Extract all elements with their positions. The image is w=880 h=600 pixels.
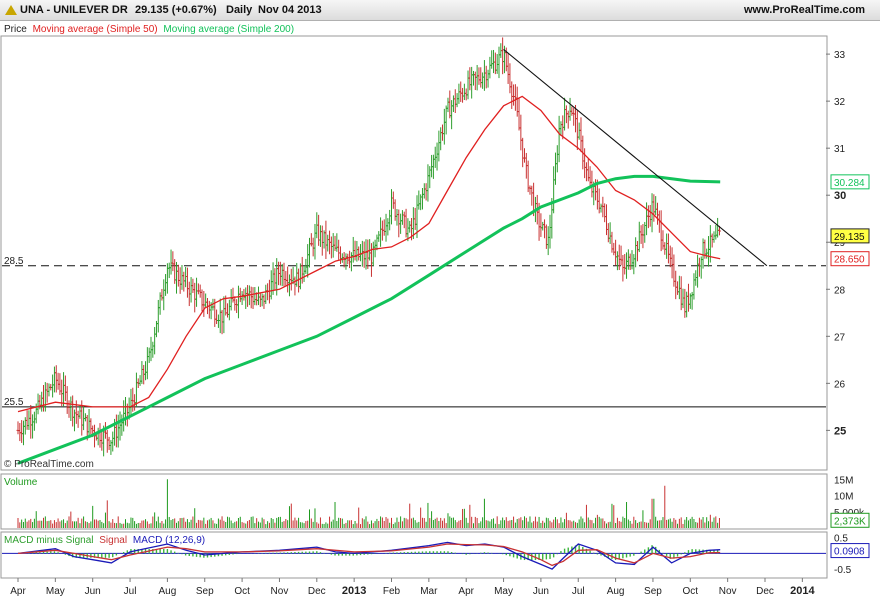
- level-label-25.5: 25.5: [4, 397, 24, 408]
- value-label: 28.650: [834, 255, 865, 266]
- price-tick-label: 32: [834, 97, 846, 108]
- price-tick-label: 28: [834, 285, 846, 296]
- x-tick-label: Nov: [719, 586, 737, 597]
- macd-hist-title: MACD minus Signal: [4, 535, 93, 546]
- x-tick-label: Aug: [607, 586, 625, 597]
- price-tick-label: 33: [834, 50, 846, 61]
- macd-signal-title: Signal: [99, 535, 127, 546]
- price-tick-label: 27: [834, 332, 846, 343]
- volume-tick-label: 10M: [834, 492, 853, 503]
- legend-ma200: Moving average (Simple 200): [163, 24, 294, 35]
- x-tick-label: Mar: [420, 586, 438, 597]
- macd-title: MACD (12,26,9): [133, 535, 205, 546]
- legend-price: Price: [4, 24, 27, 35]
- x-tick-label: Jul: [572, 586, 585, 597]
- watermark: © ProRealTime.com: [4, 459, 94, 470]
- x-tick-label: 2014: [790, 585, 815, 597]
- svg-text:Price Moving average (Simp: Price Moving average (Simple 50) Moving …: [4, 24, 294, 35]
- x-tick-label: Feb: [383, 586, 401, 597]
- x-tick-label: May: [494, 586, 513, 597]
- x-tick-label: Dec: [756, 586, 774, 597]
- value-label: 30.284: [834, 178, 865, 189]
- x-tick-label: Apr: [458, 586, 474, 597]
- macd-tick-label: 0.5: [834, 534, 848, 545]
- macd-tick-label: -0.5: [834, 565, 852, 576]
- price-tick-label: 30: [834, 190, 846, 202]
- x-tick-label: May: [46, 586, 65, 597]
- stock-chart[interactable]: 28.525.5 25262728293031323330.28429.1352…: [0, 0, 880, 600]
- price-tick-label: 31: [834, 144, 846, 155]
- x-tick-label: Jun: [533, 586, 549, 597]
- price-tick-label: 25: [834, 425, 846, 437]
- x-tick-label: Aug: [159, 586, 177, 597]
- volume-tick-label: 15M: [834, 475, 853, 486]
- x-tick-label: Jul: [124, 586, 137, 597]
- legend-ma50: Moving average (Simple 50): [33, 24, 158, 35]
- x-tick-label: Apr: [10, 586, 26, 597]
- x-tick-label: Sep: [644, 586, 662, 597]
- level-label-28.5: 28.5: [4, 256, 24, 267]
- x-tick-label: Dec: [308, 586, 326, 597]
- x-tick-label: 2013: [342, 585, 366, 597]
- volume-title: Volume: [4, 477, 38, 488]
- macd-value-label: 0.0908: [834, 547, 865, 558]
- x-tick-label: Oct: [683, 586, 699, 597]
- x-tick-label: Jun: [85, 586, 101, 597]
- x-tick-label: Sep: [196, 586, 214, 597]
- x-tick-label: Nov: [271, 586, 289, 597]
- volume-value-label: 2,373K: [834, 516, 866, 527]
- price-tick-label: 26: [834, 379, 846, 390]
- value-label: 29.135: [834, 232, 865, 243]
- x-tick-label: Oct: [234, 586, 250, 597]
- svg-text:MACD minus Signal Signal: MACD minus Signal Signal MACD (12,26,9): [4, 535, 205, 546]
